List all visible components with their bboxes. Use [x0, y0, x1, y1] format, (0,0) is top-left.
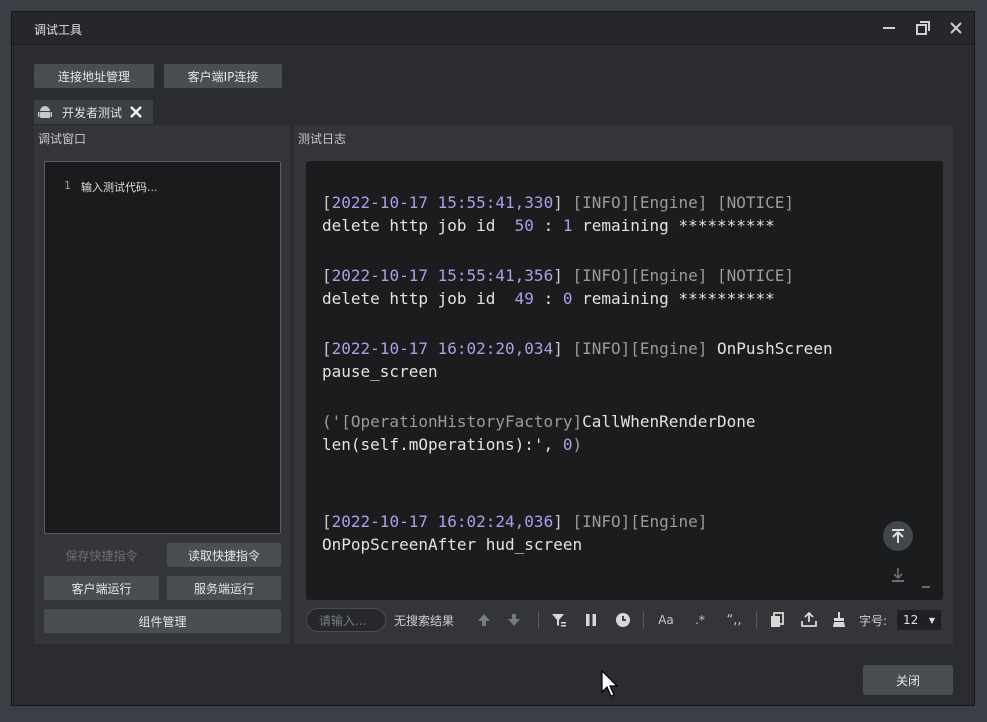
scroll-indicator	[922, 586, 930, 588]
font-size-value: 12	[903, 613, 919, 627]
debug-tool-window: 调试工具 连接地址管理 客户端IP连接 开发者测试 调试窗口 1 输入测试代码.…	[11, 11, 975, 706]
address-management-button[interactable]: 连接地址管理	[34, 64, 154, 88]
toolbar-divider	[538, 611, 539, 629]
font-size-select[interactable]: 12 ▼	[897, 610, 942, 630]
close-icon[interactable]	[946, 18, 966, 38]
client-run-button[interactable]: 客户端运行	[44, 576, 159, 600]
debug-window-header: 调试窗口	[38, 132, 87, 146]
minimize-icon[interactable]	[879, 18, 899, 38]
server-run-button[interactable]: 服务端运行	[167, 576, 281, 600]
tab-label: 开发者测试	[62, 105, 123, 120]
copy-icon[interactable]	[769, 612, 785, 628]
filter-icon[interactable]	[551, 612, 567, 628]
tab-close-icon[interactable]	[130, 106, 142, 118]
client-ip-connect-button[interactable]: 客户端IP连接	[164, 64, 282, 88]
regex-icon[interactable]: .*	[692, 612, 708, 628]
cursor-icon	[601, 669, 621, 702]
log-toolbar: 请输入... 无搜索结果 Aa .* “,, 字号: 12 ▼	[306, 606, 943, 634]
scroll-bottom-icon[interactable]	[891, 565, 905, 588]
export-icon[interactable]	[801, 612, 817, 628]
restore-icon[interactable]	[913, 18, 933, 38]
match-case-icon[interactable]: Aa	[656, 612, 676, 628]
arrow-up-icon[interactable]	[476, 612, 492, 628]
chevron-down-icon: ▼	[928, 615, 936, 625]
code-editor[interactable]: 1 输入测试代码...	[44, 161, 281, 534]
log-entry: ('[OperationHistoryFactory]CallWhenRende…	[322, 412, 756, 454]
clock-icon[interactable]	[615, 612, 631, 628]
test-log-panel: 测试日志 [2022-10-17 15:55:41,330] [INFO][En…	[294, 125, 953, 644]
test-log-header: 测试日志	[298, 132, 347, 146]
log-entry: [2022-10-17 15:55:41,330] [INFO][Engine]…	[322, 193, 795, 235]
tab-developer-test[interactable]: 开发者测试	[34, 100, 153, 124]
toolbar-divider	[643, 611, 644, 629]
log-search-input[interactable]: 请输入...	[306, 608, 386, 632]
pause-icon[interactable]	[583, 612, 599, 628]
search-result-text: 无搜索结果	[394, 613, 455, 628]
debug-window-panel: 调试窗口 1 输入测试代码... 保存快捷指令 读取快捷指令 客户端运行 服务端…	[34, 125, 290, 644]
clear-icon[interactable]	[831, 612, 847, 628]
arrow-down-icon[interactable]	[506, 612, 522, 628]
line-number: 1	[64, 179, 71, 192]
quote-icon[interactable]: “,,	[724, 612, 744, 628]
scroll-top-icon[interactable]	[883, 521, 913, 551]
title-bar: 调试工具	[12, 12, 974, 45]
close-button[interactable]: 关闭	[863, 665, 953, 695]
window-title: 调试工具	[34, 23, 83, 37]
save-shortcut-button[interactable]: 保存快捷指令	[44, 543, 159, 567]
android-icon	[38, 105, 52, 120]
log-output[interactable]: [2022-10-17 15:55:41,330] [INFO][Engine]…	[306, 161, 943, 600]
toolbar-divider	[756, 611, 757, 629]
log-entry: [2022-10-17 16:02:20,034] [INFO][Engine]…	[322, 339, 833, 381]
component-management-button[interactable]: 组件管理	[44, 609, 281, 633]
log-entry: [2022-10-17 16:02:24,036] [INFO][Engine]…	[322, 512, 708, 554]
code-placeholder: 输入测试代码...	[81, 181, 158, 194]
font-size-label: 字号:	[859, 613, 888, 628]
log-entry: [2022-10-17 15:55:41,356] [INFO][Engine]…	[322, 266, 795, 308]
read-shortcut-button[interactable]: 读取快捷指令	[167, 543, 281, 567]
